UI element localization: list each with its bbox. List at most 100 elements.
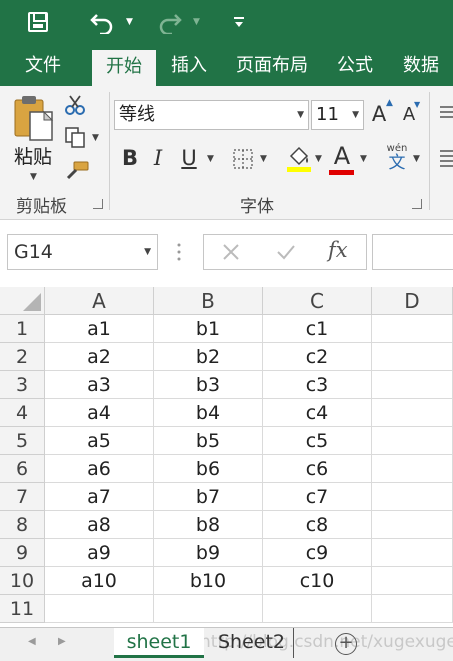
row-header[interactable]: 2 xyxy=(0,343,45,371)
cell[interactable] xyxy=(263,595,372,623)
grow-font-button[interactable]: A ▲ xyxy=(368,98,393,126)
cell[interactable]: b5 xyxy=(154,427,263,455)
scroll-tabs-right-icon[interactable]: ▶ xyxy=(58,636,66,647)
column-header-c[interactable]: C xyxy=(263,287,372,315)
add-sheet-icon[interactable]: + xyxy=(335,633,357,655)
enter-icon[interactable] xyxy=(276,243,296,261)
align-top-icon[interactable] xyxy=(438,104,453,120)
tab-insert[interactable]: 插入 xyxy=(160,46,218,86)
cell[interactable] xyxy=(372,511,453,539)
cell[interactable]: c1 xyxy=(263,315,372,343)
cell[interactable]: a2 xyxy=(45,343,154,371)
formula-bar-grip-icon[interactable] xyxy=(177,242,181,262)
cell[interactable]: a7 xyxy=(45,483,154,511)
column-header-d[interactable]: D xyxy=(372,287,453,315)
italic-button[interactable]: I xyxy=(148,146,168,170)
font-size-select[interactable]: 11 ▼ xyxy=(311,100,364,130)
cell[interactable]: c3 xyxy=(263,371,372,399)
underline-button[interactable]: U xyxy=(178,146,200,170)
cancel-icon[interactable] xyxy=(222,243,240,261)
cell[interactable] xyxy=(372,483,453,511)
cell[interactable] xyxy=(45,595,154,623)
select-all-button[interactable] xyxy=(0,287,45,315)
cell[interactable]: a4 xyxy=(45,399,154,427)
save-icon[interactable] xyxy=(28,12,48,32)
cell[interactable]: a8 xyxy=(45,511,154,539)
sheet-tab-sheet2[interactable]: Sheet2 xyxy=(210,628,294,658)
cell[interactable]: b6 xyxy=(154,455,263,483)
cell[interactable] xyxy=(372,455,453,483)
cell[interactable] xyxy=(372,315,453,343)
cell[interactable]: c2 xyxy=(263,343,372,371)
row-header[interactable]: 1 xyxy=(0,315,45,343)
cell[interactable]: a3 xyxy=(45,371,154,399)
cell[interactable] xyxy=(372,399,453,427)
cell[interactable]: b10 xyxy=(154,567,263,595)
tab-home[interactable]: 开始 xyxy=(92,50,156,86)
shrink-font-button[interactable]: A ▼ xyxy=(398,100,420,125)
font-dialog-launcher-icon[interactable] xyxy=(412,199,422,209)
tab-page-layout[interactable]: 页面布局 xyxy=(226,46,318,86)
tab-file[interactable]: 文件 xyxy=(10,46,76,86)
fill-color-dropdown-icon[interactable]: ▼ xyxy=(315,154,322,164)
cell[interactable]: c7 xyxy=(263,483,372,511)
cell[interactable]: a6 xyxy=(45,455,154,483)
copy-dropdown-icon[interactable]: ▼ xyxy=(92,133,99,143)
formula-input[interactable] xyxy=(372,234,453,270)
cell[interactable]: a1 xyxy=(45,315,154,343)
phonetic-dropdown-icon[interactable]: ▼ xyxy=(413,154,420,164)
cell[interactable] xyxy=(372,343,453,371)
cell[interactable]: b2 xyxy=(154,343,263,371)
customize-icon[interactable] xyxy=(233,16,245,28)
row-header[interactable]: 5 xyxy=(0,427,45,455)
phonetic-guide-button[interactable]: wén 文 xyxy=(384,144,410,174)
align-justify-icon[interactable] xyxy=(438,148,453,170)
row-header[interactable]: 9 xyxy=(0,539,45,567)
sheet-tab-sheet1[interactable]: sheet1 xyxy=(114,628,204,658)
cell[interactable]: c9 xyxy=(263,539,372,567)
borders-dropdown-icon[interactable]: ▼ xyxy=(260,154,267,164)
row-header[interactable]: 8 xyxy=(0,511,45,539)
row-header[interactable]: 10 xyxy=(0,567,45,595)
borders-icon[interactable] xyxy=(232,148,254,170)
cell[interactable] xyxy=(372,427,453,455)
cell[interactable]: b4 xyxy=(154,399,263,427)
cell[interactable]: b3 xyxy=(154,371,263,399)
font-color-button[interactable]: A xyxy=(330,142,354,170)
cell[interactable] xyxy=(154,595,263,623)
cell[interactable]: c10 xyxy=(263,567,372,595)
cell[interactable]: c4 xyxy=(263,399,372,427)
row-header[interactable]: 6 xyxy=(0,455,45,483)
cell[interactable] xyxy=(372,539,453,567)
format-painter-icon[interactable] xyxy=(64,160,90,182)
font-name-select[interactable]: 等线 ▼ xyxy=(114,100,309,130)
clipboard-dialog-launcher-icon[interactable] xyxy=(93,199,103,209)
cell[interactable] xyxy=(372,567,453,595)
undo-icon[interactable] xyxy=(90,12,114,34)
scroll-tabs-left-icon[interactable]: ◀ xyxy=(28,636,36,647)
cell[interactable] xyxy=(372,371,453,399)
insert-function-icon[interactable]: fx xyxy=(328,238,348,262)
cell[interactable] xyxy=(372,595,453,623)
undo-dropdown-icon[interactable]: ▼ xyxy=(126,17,133,27)
cell[interactable]: a9 xyxy=(45,539,154,567)
tab-data[interactable]: 数据 xyxy=(392,46,450,86)
tab-formulas[interactable]: 公式 xyxy=(326,46,384,86)
copy-icon[interactable] xyxy=(64,126,86,148)
cell[interactable]: a10 xyxy=(45,567,154,595)
cell[interactable]: c6 xyxy=(263,455,372,483)
cell[interactable]: c8 xyxy=(263,511,372,539)
column-header-b[interactable]: B xyxy=(154,287,263,315)
name-box[interactable]: G14 ▼ xyxy=(7,234,158,270)
row-header[interactable]: 4 xyxy=(0,399,45,427)
font-color-dropdown-icon[interactable]: ▼ xyxy=(360,154,367,164)
bold-button[interactable]: B xyxy=(120,146,140,170)
column-header-a[interactable]: A xyxy=(45,287,154,315)
row-header[interactable]: 3 xyxy=(0,371,45,399)
cut-icon[interactable] xyxy=(64,94,86,116)
paste-icon[interactable] xyxy=(12,94,56,142)
cell[interactable]: a5 xyxy=(45,427,154,455)
row-header[interactable]: 11 xyxy=(0,595,45,623)
cell[interactable]: c5 xyxy=(263,427,372,455)
row-header[interactable]: 7 xyxy=(0,483,45,511)
